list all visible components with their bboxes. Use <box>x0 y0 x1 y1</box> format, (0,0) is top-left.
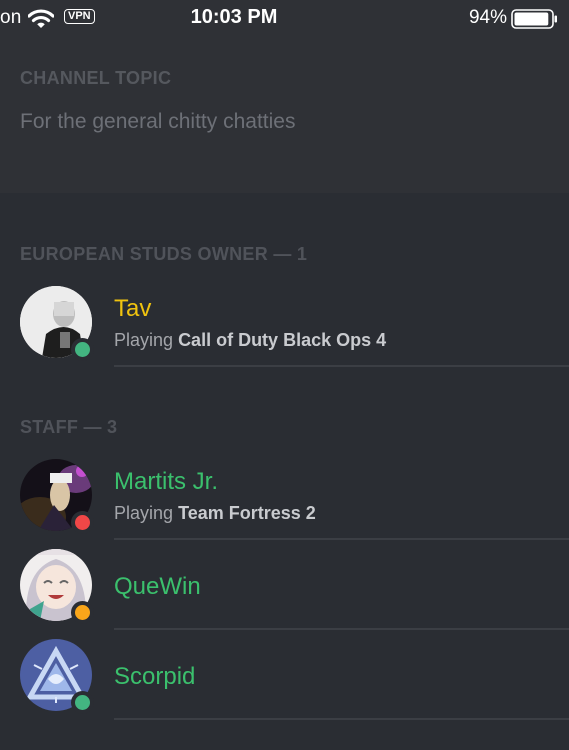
member-row[interactable]: QueWin <box>0 549 569 639</box>
clock: 10:03 PM <box>190 6 278 28</box>
member-name: Scorpid <box>114 663 196 690</box>
role-section-header: STAFF — 3 <box>20 417 118 437</box>
channel-topic-panel: CHANNEL TOPIC For the general chitty cha… <box>0 36 569 193</box>
member-name: Tav <box>114 295 152 322</box>
activity-prefix: Playing <box>114 503 174 523</box>
divider <box>114 718 569 720</box>
member-activity: Playing Team Fortress 2 <box>114 503 316 524</box>
member-row[interactable]: Martits Jr. Playing Team Fortress 2 <box>0 459 569 549</box>
battery-icon <box>511 9 559 34</box>
member-activity: Playing Call of Duty Black Ops 4 <box>114 330 386 351</box>
online-status-indicator <box>71 338 94 361</box>
online-status-indicator <box>71 691 94 714</box>
divider <box>114 365 569 367</box>
divider <box>114 628 569 630</box>
member-row[interactable]: Scorpid <box>0 639 569 729</box>
dnd-status-indicator <box>71 511 94 534</box>
role-section-header: EUROPEAN STUDS OWNER — 1 <box>20 244 308 264</box>
member-row[interactable]: Tav Playing Call of Duty Black Ops 4 <box>0 286 569 376</box>
battery-percentage: 94% <box>468 7 507 28</box>
channel-topic-heading: CHANNEL TOPIC <box>20 68 172 88</box>
member-name: QueWin <box>114 573 201 600</box>
status-bar: on VPN 10:03 PM 94% <box>0 0 569 36</box>
activity-game: Call of Duty Black Ops 4 <box>178 330 387 350</box>
divider <box>114 538 569 540</box>
idle-status-indicator <box>71 601 94 624</box>
activity-game: Team Fortress 2 <box>178 503 316 523</box>
channel-topic-text: For the general chitty chatties <box>20 110 296 133</box>
activity-prefix: Playing <box>114 330 174 350</box>
member-name: Martits Jr. <box>114 468 219 495</box>
